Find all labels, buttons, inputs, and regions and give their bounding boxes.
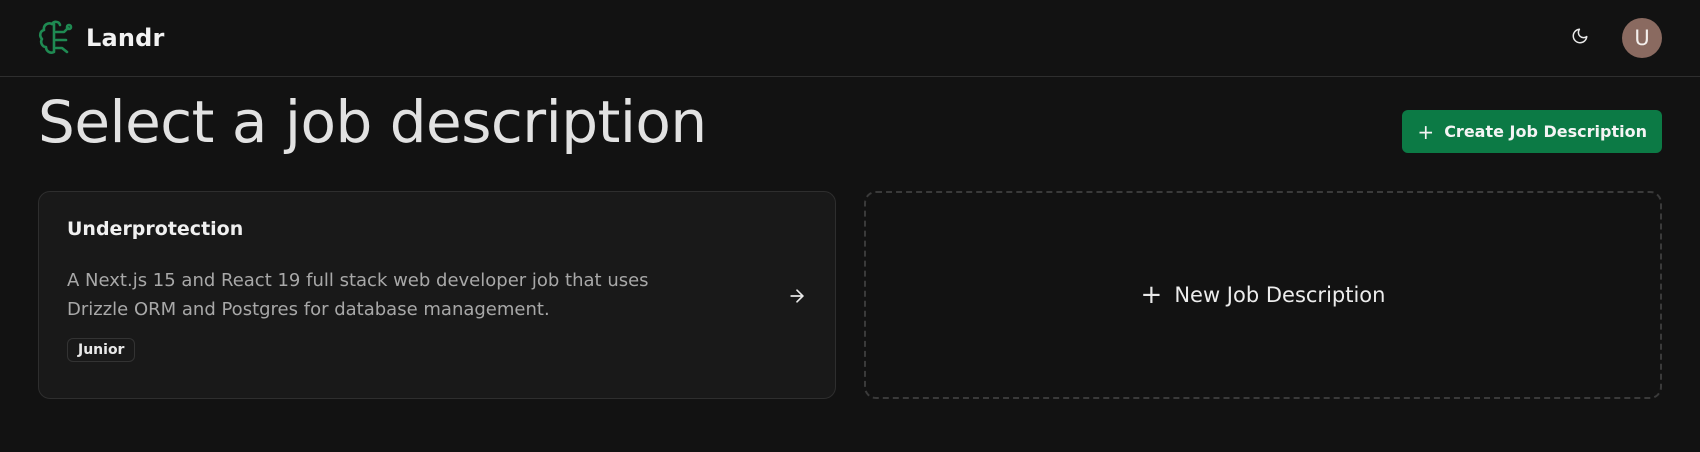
new-job-description-card[interactable]: + New Job Description — [864, 190, 1662, 399]
card-title: Underprotection — [67, 217, 244, 240]
page-title: Select a job description — [38, 88, 707, 156]
user-avatar[interactable]: U — [1622, 18, 1662, 58]
brain-icon — [38, 18, 74, 58]
theme-toggle-button[interactable] — [1560, 18, 1600, 58]
arrow-right-icon — [787, 286, 807, 306]
create-button-label: Create Job Description — [1444, 122, 1647, 141]
job-description-card[interactable]: Underprotection A Next.js 15 and React 1… — [38, 190, 836, 399]
new-job-description-label: New Job Description — [1174, 282, 1386, 307]
brand-name: Landr — [86, 24, 165, 52]
brand[interactable]: Landr — [38, 18, 165, 58]
experience-level-badge: Junior — [67, 337, 136, 362]
moon-icon — [1571, 27, 1589, 49]
plus-icon: + — [1140, 279, 1163, 310]
plus-icon: + — [1417, 119, 1435, 144]
create-job-description-button[interactable]: + Create Job Description — [1402, 110, 1662, 153]
top-navbar: Landr U — [0, 0, 1700, 77]
card-description: A Next.js 15 and React 19 full stack web… — [67, 269, 649, 320]
